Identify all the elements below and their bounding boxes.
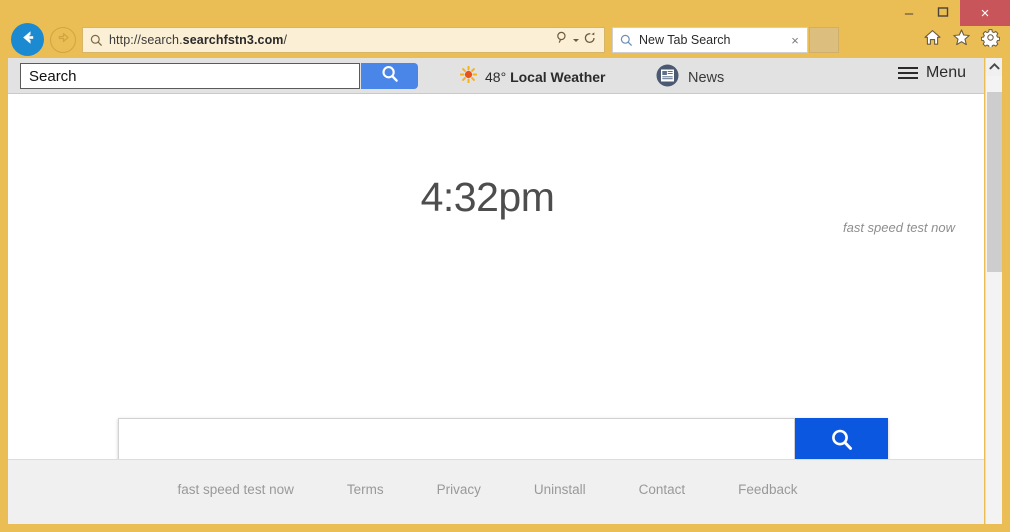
address-bar[interactable]: http://search.searchfstn3.com/ [82,27,605,53]
newspaper-icon [656,64,679,92]
url-domain: searchfstn3.com [182,33,284,47]
arrow-right-icon [56,30,71,50]
page-scrollbar[interactable] [985,58,1002,524]
address-search-icon[interactable] [556,31,569,49]
footer-link-uninstall[interactable]: Uninstall [534,482,586,497]
footer-link-feedback[interactable]: Feedback [738,482,797,497]
url-prefix: http://search. [109,33,183,47]
arrow-left-icon [18,28,37,52]
clock-display: 4:32pm [420,174,555,220]
tab-close-icon[interactable]: × [786,33,804,48]
search-icon [90,34,103,47]
promo-link-top[interactable]: fast speed test now [843,220,955,235]
close-icon: × [980,4,990,22]
scrollbar-thumb[interactable] [987,92,1002,272]
footer-link-contact[interactable]: Contact [639,482,686,497]
back-button[interactable] [11,23,44,56]
menu-label: Menu [925,64,966,81]
home-icon[interactable] [923,28,942,52]
minimize-icon: – [904,4,914,22]
weather-temperature: 48° [485,69,507,85]
close-window-button[interactable]: × [960,0,1010,26]
page-footer: fast speed test now Terms Privacy Uninst… [8,459,984,524]
weather-text: 48° Local Weather [485,69,606,85]
news-label: News [688,70,725,86]
toolbar-search-input[interactable] [21,64,359,88]
toolbar-search-button[interactable] [361,63,418,89]
refresh-icon[interactable] [583,31,597,50]
footer-link-speed-test[interactable]: fast speed test now [178,482,294,497]
search-icon [380,64,400,89]
local-weather-button[interactable]: 48° Local Weather [459,65,606,88]
extension-toolbar: 48° Local Weather [8,58,984,94]
chevron-down-icon[interactable] [572,31,580,49]
search-icon [829,427,855,458]
toolbar-search-box[interactable] [20,63,360,89]
scroll-up-button[interactable] [986,58,1002,76]
chevron-up-icon [988,58,1000,76]
news-button[interactable]: News [656,64,724,92]
url-suffix: / [283,33,288,47]
address-bar-icons [556,31,597,50]
title-bar: – × [0,0,1010,26]
footer-links: fast speed test now Terms Privacy Uninst… [8,482,967,497]
footer-link-privacy[interactable]: Privacy [437,482,481,497]
browser-tools [923,28,1001,52]
navigation-bar: http://search.searchfstn3.com/ New Tab S… [0,23,1010,58]
browser-tab[interactable]: New Tab Search × [612,27,808,53]
tab-title: New Tab Search [639,33,731,47]
browser-window: – × http://search.searchfstn3.com/ New T… [0,0,1010,532]
footer-link-terms[interactable]: Terms [347,482,384,497]
sun-icon [459,65,478,88]
gear-icon[interactable] [980,28,1001,52]
menu-button[interactable]: Menu [897,64,966,82]
forward-button[interactable] [50,27,76,53]
window-controls: – × [892,0,1010,26]
hamburger-menu-icon [897,66,918,80]
address-bar-url: http://search.searchfstn3.com/ [109,33,556,47]
favorites-star-icon[interactable] [952,28,971,52]
tab-search-icon [620,34,633,47]
maximize-button[interactable] [926,0,960,26]
maximize-icon [937,6,949,20]
new-tab-button[interactable] [809,27,839,53]
page-viewport: 48° Local Weather [8,58,984,524]
weather-label: Local Weather [510,69,606,85]
